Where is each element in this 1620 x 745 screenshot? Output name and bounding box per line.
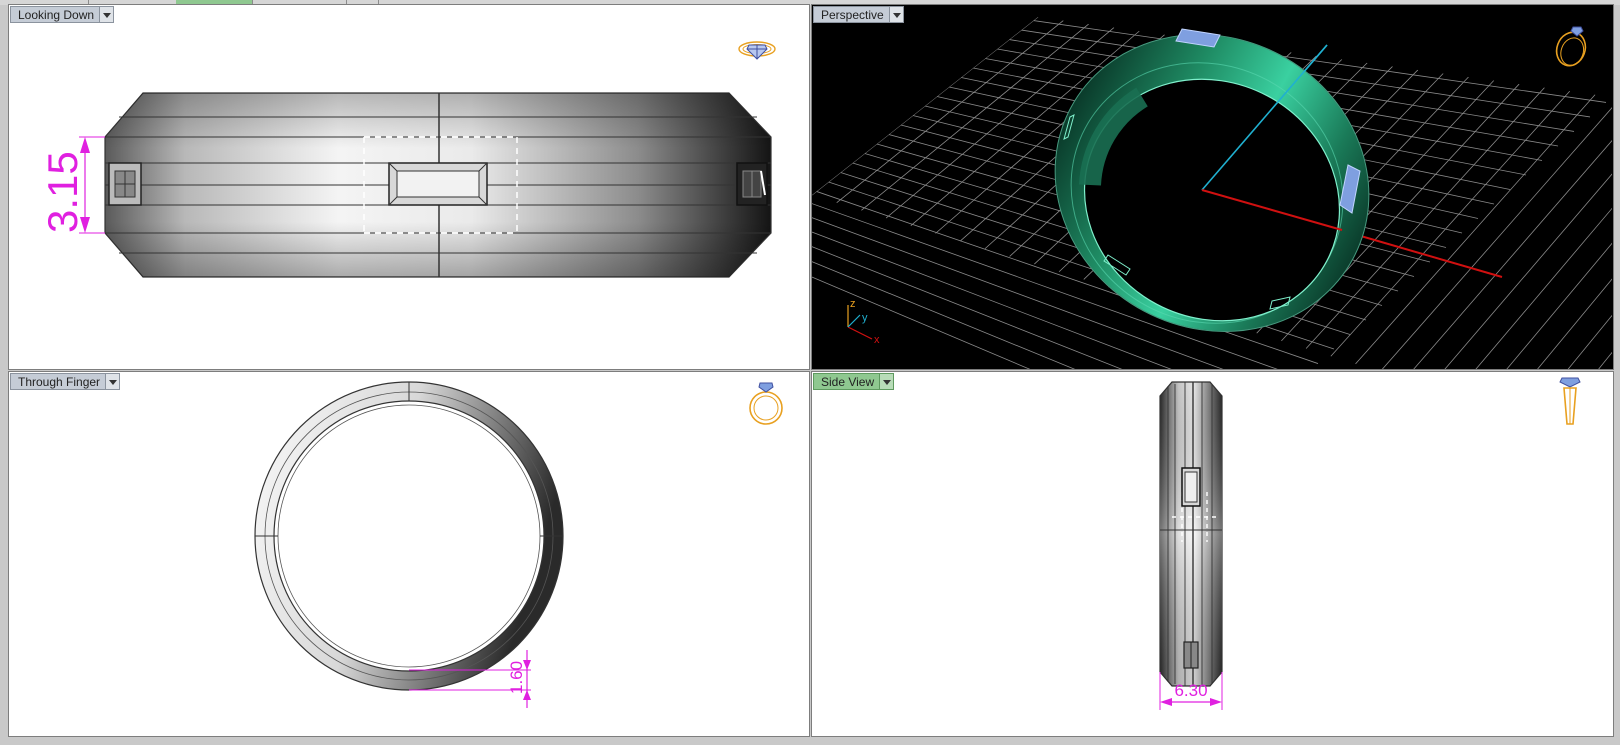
grid-line (861, 23, 1089, 211)
grid-line (1355, 94, 1596, 365)
side-view-drawing: 6.30 (1159, 377, 1581, 710)
viewport-label-text: Looking Down (18, 8, 95, 22)
viewport-perspective[interactable]: Perspective z y x (811, 4, 1614, 370)
dimension-label: 3.15 (39, 151, 86, 233)
through-finger-drawing: 1.60 (254, 381, 783, 708)
left-stone (108, 162, 142, 206)
side-view-ring-icon[interactable] (1559, 377, 1581, 425)
dimension-label: 1.60 (507, 661, 526, 694)
green-ring-band (1054, 34, 1370, 332)
perspective-drawing: z y x (812, 5, 1613, 369)
dimension-label: 6.30 (1174, 681, 1207, 700)
grid-line (1093, 17, 1612, 31)
grid-line (1379, 97, 1612, 369)
dropdown-arrow-icon[interactable] (99, 7, 114, 22)
dropdown-arrow-icon[interactable] (879, 374, 894, 389)
top-view-ring-icon[interactable] (738, 41, 776, 60)
right-stone (736, 162, 768, 206)
center-stone-baguette (388, 162, 488, 206)
ring-side-view (1159, 381, 1223, 687)
grid-line (1330, 90, 1571, 357)
viewport-label-text: Side View (821, 375, 875, 389)
grid-line (1602, 129, 1612, 369)
grid-line (1577, 126, 1612, 369)
grid-line (1528, 119, 1612, 369)
viewport-looking-down[interactable]: Looking Down 3.15 (8, 4, 810, 370)
viewport-label-perspective[interactable]: Perspective (813, 6, 904, 23)
perspective-ring-icon[interactable] (1552, 26, 1590, 70)
viewport-label-through-finger[interactable]: Through Finger (10, 373, 121, 390)
grid-line (1106, 5, 1613, 15)
viewport-through-finger[interactable]: Through Finger 1.60 (8, 371, 810, 737)
viewport-label-text: Perspective (821, 8, 884, 22)
grid-line (1503, 115, 1612, 369)
axis-gizmo: z y x (847, 298, 880, 346)
grid-line (1552, 122, 1612, 369)
axis-z-label: z (850, 298, 856, 310)
grid-line (1478, 112, 1612, 369)
viewport-label-side-view[interactable]: Side View (813, 373, 895, 390)
axis-x-label: x (874, 334, 880, 346)
dropdown-arrow-icon[interactable] (105, 374, 120, 389)
front-view-ring-icon[interactable] (749, 382, 783, 425)
dropdown-arrow-icon[interactable] (888, 7, 903, 22)
viewport-label-looking-down[interactable]: Looking Down (10, 6, 115, 23)
axis-y-label: y (862, 312, 868, 324)
viewport-label-text: Through Finger (18, 375, 101, 389)
looking-down-drawing: 3.15 (39, 41, 776, 278)
ring-front-view (254, 381, 564, 691)
viewport-side-view[interactable]: Side View 6.30 (811, 371, 1614, 737)
